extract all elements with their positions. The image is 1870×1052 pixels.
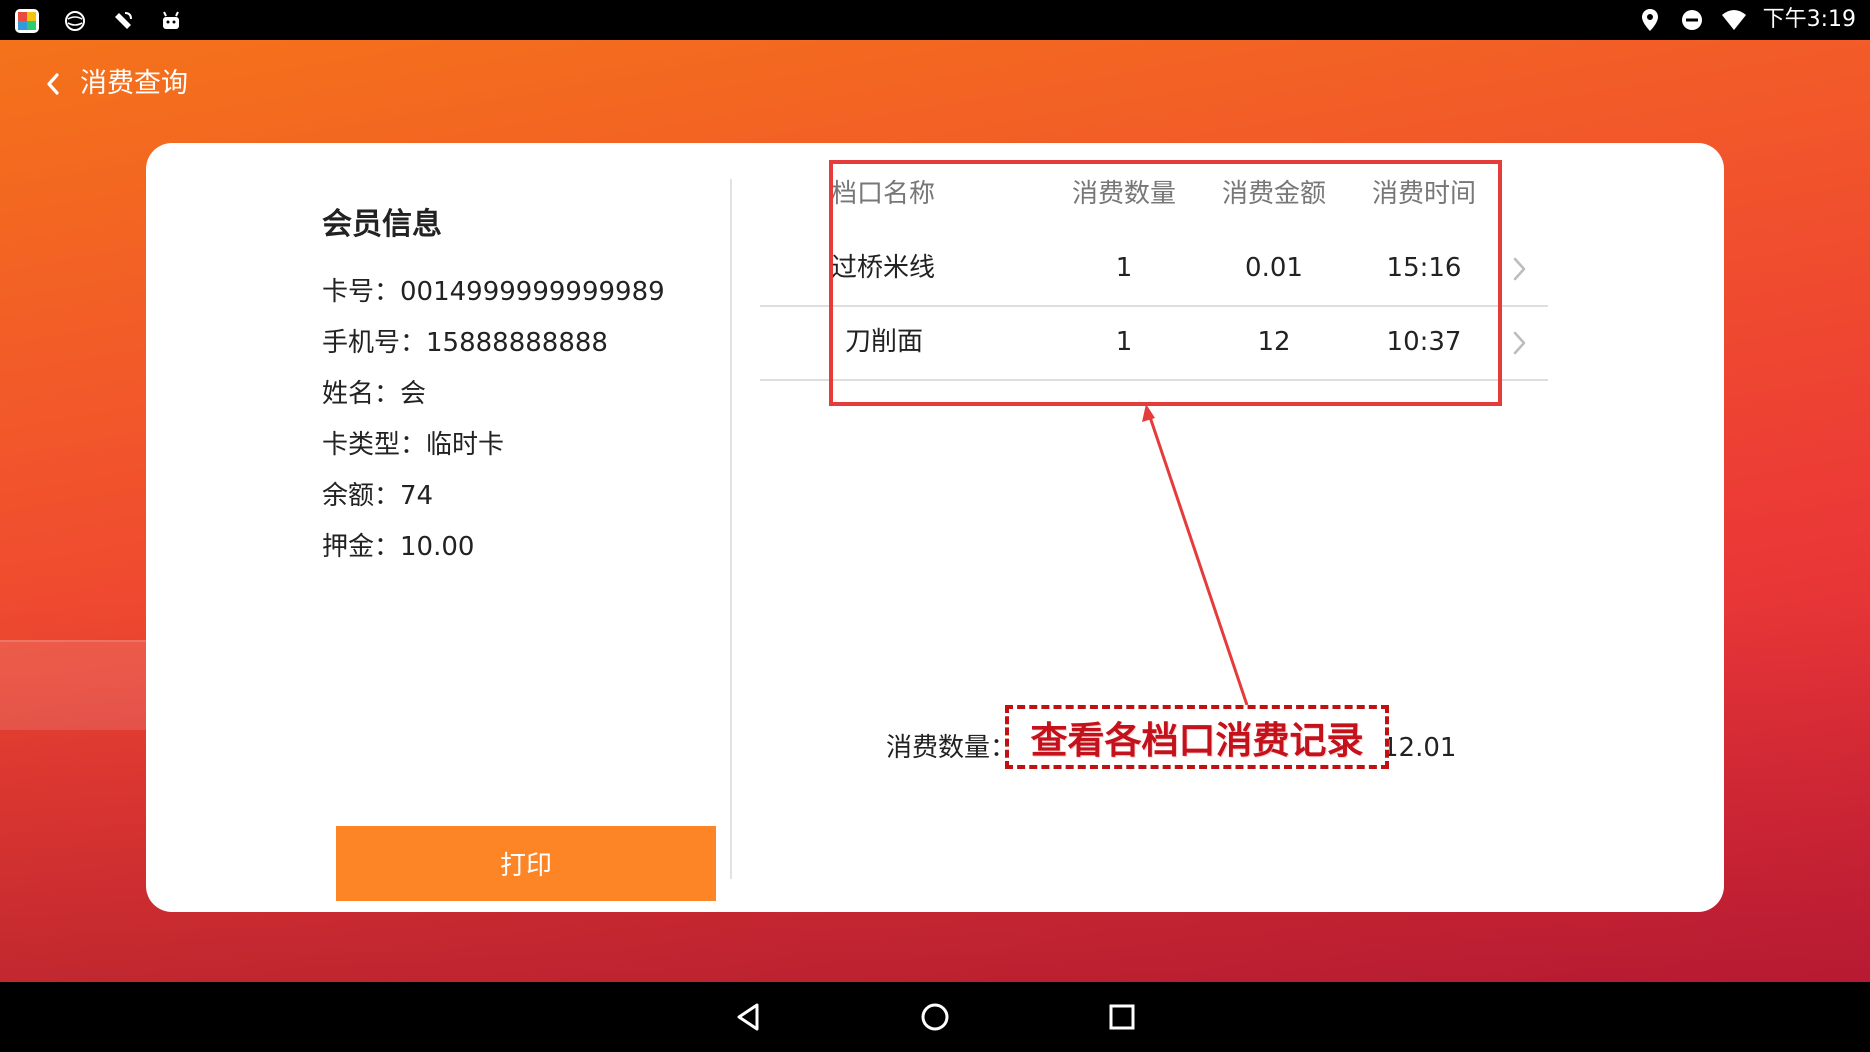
back-arrow-icon[interactable] — [40, 68, 66, 100]
annotation-highlight-box — [829, 160, 1502, 406]
wifi-icon — [1721, 10, 1746, 30]
status-time: 下午3:19 — [1762, 7, 1856, 32]
balance: 余额：74 — [322, 481, 434, 511]
nav-back-icon[interactable] — [731, 999, 767, 1035]
satellite-icon — [114, 12, 132, 30]
background-decoration — [0, 640, 160, 730]
status-bar: 下午3:19 — [0, 0, 1870, 40]
member-info-panel: 会员信息 卡号：0014999999999989 手机号：15888888888… — [322, 205, 665, 581]
status-left-icons — [14, 8, 184, 34]
header: 消费查询 — [40, 68, 188, 100]
navigation-bar — [0, 982, 1870, 1052]
card-number: 卡号：0014999999999989 — [322, 277, 665, 307]
print-button[interactable]: 打印 — [336, 826, 716, 901]
phone-number: 手机号：15888888888 — [322, 328, 608, 358]
android-icon — [163, 11, 179, 29]
chevron-right-icon[interactable] — [1510, 254, 1530, 284]
status-right-icons: 下午3:19 — [1637, 6, 1856, 34]
nav-recents-icon[interactable] — [1104, 999, 1140, 1035]
chevron-right-icon[interactable] — [1510, 328, 1530, 358]
location-icon — [1641, 9, 1658, 31]
member-name: 姓名：会 — [322, 379, 427, 409]
card-type: 卡类型：临时卡 — [322, 430, 505, 460]
do-not-disturb-icon — [1681, 10, 1702, 30]
page-title: 消费查询 — [80, 68, 188, 99]
annotation-label: 查看各档口消费记录 — [1005, 705, 1389, 769]
browser-icon — [65, 11, 85, 31]
nav-home-icon[interactable] — [917, 999, 953, 1035]
gallery-app-icon — [15, 9, 39, 33]
deposit: 押金：10.00 — [322, 532, 475, 562]
member-info-title: 会员信息 — [322, 207, 442, 242]
vertical-divider — [730, 179, 732, 879]
